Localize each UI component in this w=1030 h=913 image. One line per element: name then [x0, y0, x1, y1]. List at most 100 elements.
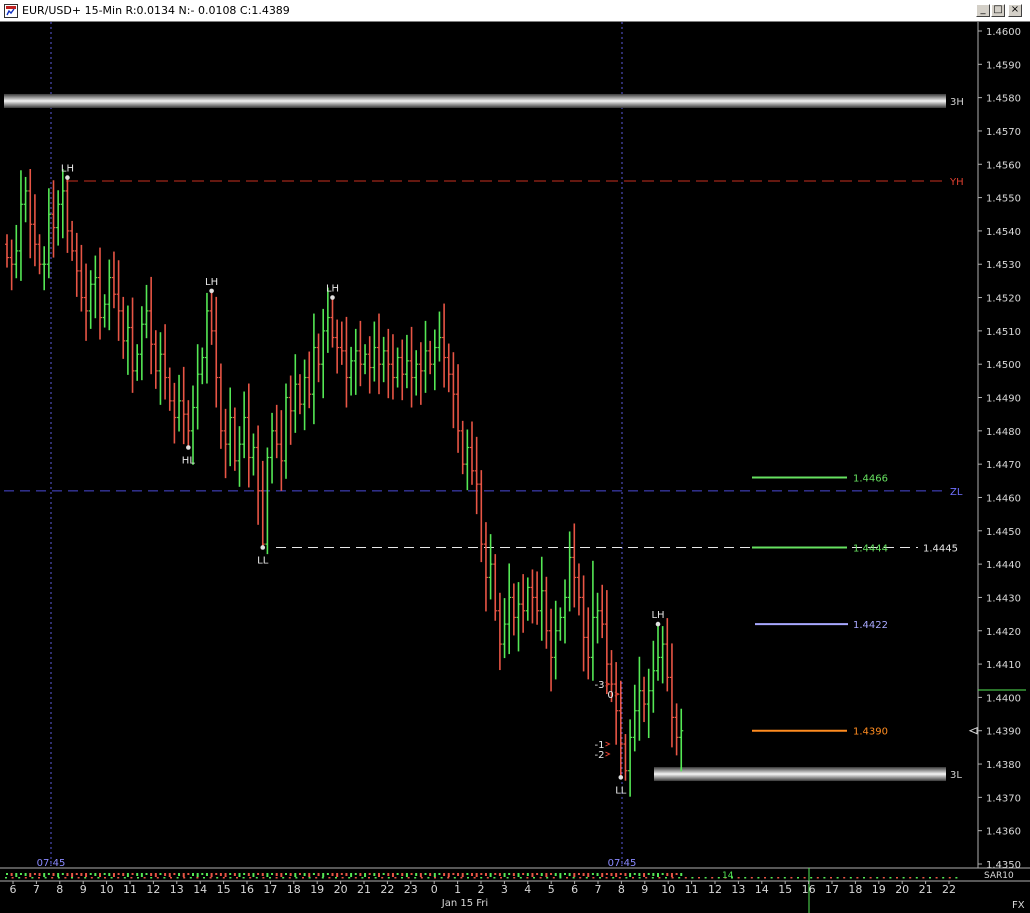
fx-label: FX: [1012, 900, 1025, 911]
time-tick-label: 9: [641, 883, 648, 896]
time-tick-label: 19: [310, 883, 324, 896]
price-tick-label: 1.4350: [986, 860, 1021, 871]
time-tick-label: 9: [80, 883, 87, 896]
sar-bar: [247, 873, 250, 876]
sar-bar: [43, 873, 46, 877]
price-tick-label: 1.4520: [986, 294, 1021, 305]
sar-bar: [652, 873, 655, 876]
sar-bar: [89, 873, 92, 875]
sar-dot: [552, 877, 555, 879]
sar-bar: [531, 873, 534, 877]
sar-bar: [312, 873, 315, 875]
sar-bar: [522, 873, 525, 875]
price-chart[interactable]: 07:45 07:45 3H YH ZL 1.4445 3L 1.4466 1.4444 1.4…: [0, 0, 1030, 913]
target-value: 1.4422: [853, 620, 888, 631]
sar-bar: [368, 873, 371, 875]
sar-dot: [896, 877, 898, 879]
sar-dot: [684, 877, 687, 879]
sar-bar: [354, 873, 357, 875]
sar-bar: [71, 873, 74, 877]
sar-dot: [863, 877, 865, 879]
sar-dot: [196, 877, 199, 879]
sar-bar: [643, 873, 646, 877]
time-tick-label: 3: [501, 883, 508, 896]
time-tick-label: 20: [895, 883, 909, 896]
sar-dot: [216, 877, 219, 879]
swing-label: LH: [205, 277, 218, 288]
sar-dot: [236, 877, 238, 879]
swing-label: HL: [182, 456, 196, 467]
target-value: 1.4466: [853, 473, 888, 484]
sar-bar: [294, 873, 297, 877]
sar-bar: [126, 873, 129, 877]
sar-dot: [269, 877, 271, 879]
sar-dot: [117, 877, 120, 879]
sar-bar: [419, 873, 422, 877]
sar-bar: [6, 873, 8, 875]
sar-bar: [564, 873, 566, 875]
sar-bar: [615, 873, 618, 877]
swing-label: LL: [615, 785, 627, 796]
sar-bar: [526, 873, 529, 876]
sar-bar: [66, 873, 69, 876]
sar-bar: [322, 873, 325, 877]
sar-dot: [691, 877, 694, 879]
sar-bar: [582, 873, 585, 876]
sar-dot: [31, 877, 34, 879]
sar-dot: [209, 877, 212, 879]
sar-bar: [661, 873, 664, 875]
sar-dot: [348, 877, 351, 879]
sar-dot: [480, 877, 483, 879]
sar-bar: [680, 873, 683, 876]
sar-bar: [10, 873, 13, 876]
sar-dot: [335, 877, 337, 879]
price-tick-label: 1.4400: [986, 693, 1021, 704]
sar-dot: [948, 877, 951, 879]
sar-bar: [289, 873, 292, 876]
sar-bar: [75, 873, 78, 875]
sar-dot: [401, 877, 403, 879]
sar-dot: [764, 877, 766, 879]
sar-dot: [651, 877, 654, 879]
price-tick-label: 1.4390: [986, 727, 1021, 738]
sar-dot: [513, 877, 516, 879]
sar-bar: [405, 873, 408, 877]
sar-bar: [396, 873, 399, 875]
sar-bar: [24, 873, 27, 876]
sar-bar: [610, 873, 613, 876]
sar-bar: [131, 873, 134, 875]
sar-dot: [453, 877, 456, 879]
sar-bar: [433, 873, 436, 877]
sar-dot: [57, 877, 60, 879]
sar-bar: [331, 873, 334, 876]
sar-bar: [517, 873, 520, 877]
sar-dot: [915, 877, 918, 879]
sar-bar: [29, 873, 32, 877]
sar-bar: [550, 873, 553, 875]
sar-bar: [666, 873, 669, 876]
sar-dot: [467, 877, 469, 879]
sar-dot: [420, 877, 423, 879]
sar-dot: [625, 877, 628, 879]
sar-bar: [545, 873, 548, 877]
sar-dot: [823, 877, 826, 879]
time-tick-label: 15: [778, 883, 792, 896]
time-tick-label: 13: [731, 883, 745, 896]
sar-dot: [249, 877, 252, 879]
price-tick-label: 1.4360: [986, 827, 1021, 838]
sar-bar: [503, 873, 506, 877]
time-tick-label: 12: [146, 883, 160, 896]
sar-bar: [568, 873, 571, 876]
price-tick-label: 1.4420: [986, 627, 1021, 638]
sar-dot: [255, 877, 258, 879]
sar-bar: [484, 873, 487, 876]
count-label: -3: [595, 680, 605, 691]
sar-bar: [512, 873, 515, 876]
sar-bar: [633, 873, 636, 875]
sar-dot: [579, 877, 582, 879]
sar-bar: [657, 873, 659, 877]
time-tick-label: 21: [357, 883, 371, 896]
time-tick-label: 10: [661, 883, 675, 896]
sar-bar: [345, 873, 348, 876]
sar-dot: [671, 877, 674, 879]
